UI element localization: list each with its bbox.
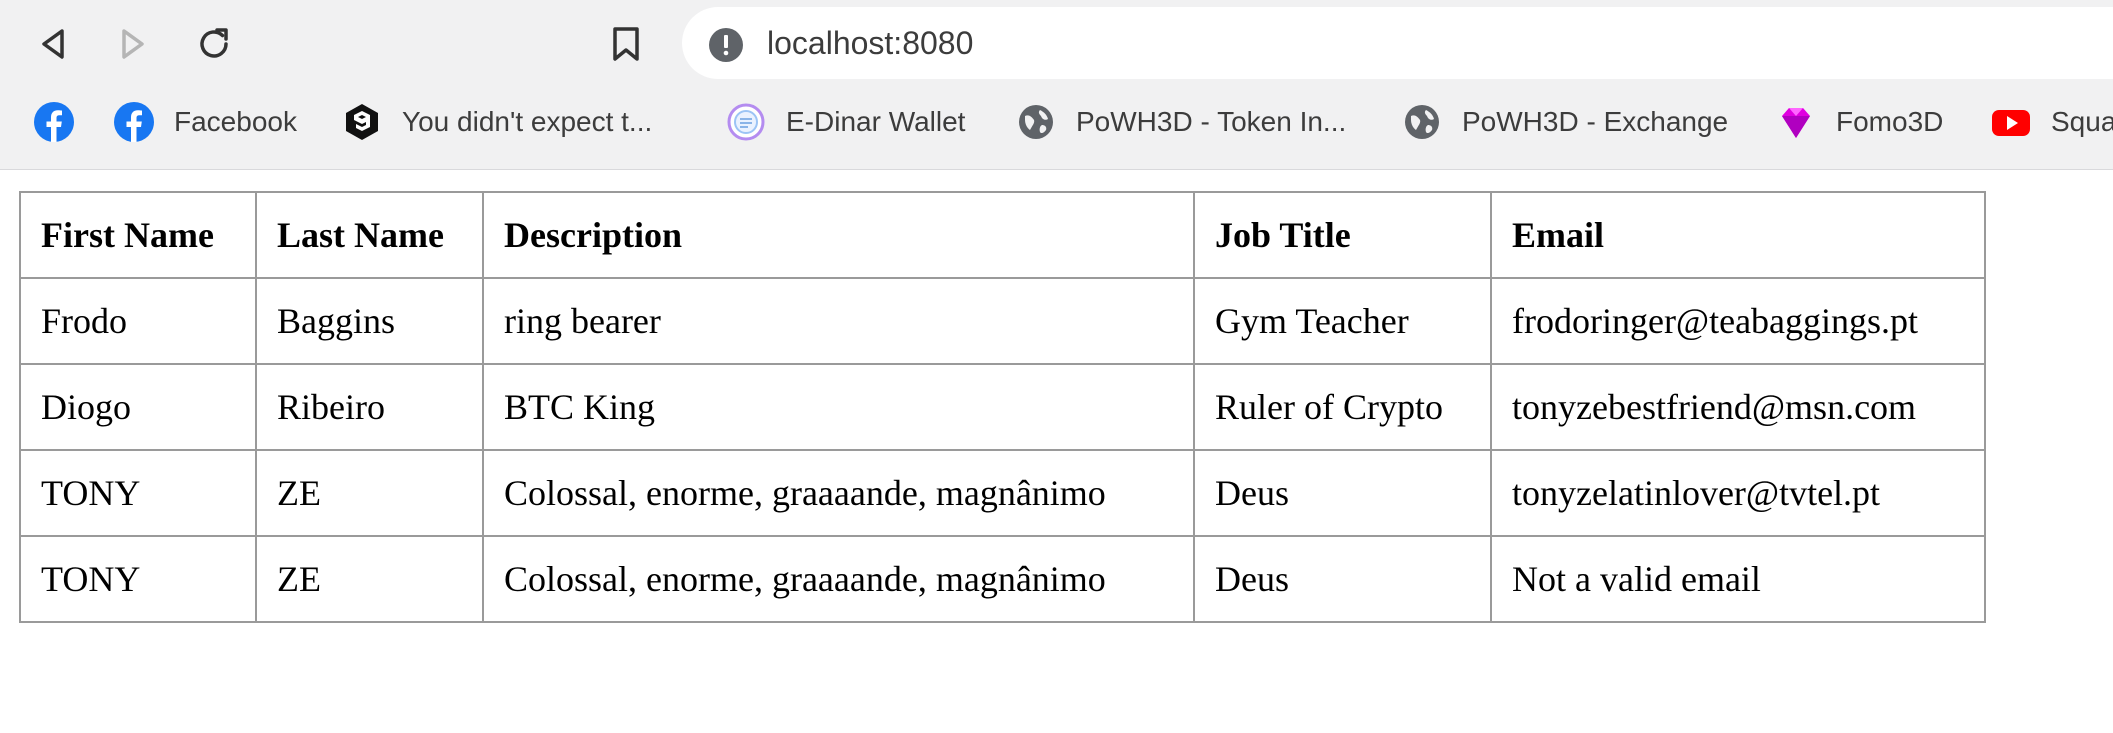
globe-icon: [1405, 105, 1439, 139]
cell-last-name: Ribeiro: [255, 363, 484, 451]
reload-button[interactable]: [186, 16, 242, 72]
table-row: TONY ZE Colossal, enorme, graaaande, mag…: [19, 535, 1986, 623]
bookmark-fomo3d[interactable]: Fomo3D: [1776, 92, 1943, 152]
diamond-icon: [1782, 108, 1810, 138]
bookmark-icon: [613, 27, 639, 61]
bookmark-label: PoWH3D - Token In...: [1076, 106, 1347, 137]
facebook-icon: [34, 102, 74, 142]
cell-email: frodoringer@teabaggings.pt: [1490, 277, 1986, 365]
bookmark-edinar-wallet[interactable]: E-Dinar Wallet: [726, 92, 965, 152]
cell-job-title: Deus: [1193, 535, 1492, 623]
cell-last-name: Baggins: [255, 277, 484, 365]
info-icon[interactable]: [708, 27, 744, 63]
cell-job-title: Ruler of Crypto: [1193, 363, 1492, 451]
header-job-title: Job Title: [1193, 191, 1492, 279]
address-bar[interactable]: localhost:8080: [682, 7, 2113, 79]
cell-first-name: Frodo: [19, 277, 257, 365]
page-content: First Name Last Name Description Job Tit…: [19, 191, 1986, 623]
cell-description: BTC King: [482, 363, 1195, 451]
edinar-icon: [727, 103, 765, 141]
bookmark-youtube[interactable]: Squa: [1991, 92, 2113, 152]
nine-gag-icon: [346, 104, 378, 140]
cell-first-name: TONY: [19, 449, 257, 537]
facebook-icon: [114, 102, 154, 142]
data-table: First Name Last Name Description Job Tit…: [19, 191, 1986, 623]
cell-job-title: Deus: [1193, 449, 1492, 537]
back-button[interactable]: [26, 16, 82, 72]
table-row: TONY ZE Colossal, enorme, graaaande, mag…: [19, 449, 1986, 537]
header-email: Email: [1490, 191, 1986, 279]
cell-description: ring bearer: [482, 277, 1195, 365]
cell-description: Colossal, enorme, graaaande, magnânimo: [482, 535, 1195, 623]
bookmark-label: Squa: [2051, 106, 2113, 137]
bookmark-label: Facebook: [174, 106, 297, 137]
bookmark-facebook[interactable]: Facebook: [114, 92, 297, 152]
back-arrow-icon: [42, 29, 64, 59]
bookmark-star-button[interactable]: [598, 16, 654, 72]
reload-icon: [200, 28, 228, 58]
cell-job-title: Gym Teacher: [1193, 277, 1492, 365]
bookmark-label: PoWH3D - Exchange: [1462, 106, 1729, 137]
bookmark-powh3d-token[interactable]: PoWH3D - Token In...: [1016, 92, 1346, 152]
cell-email: tonyzebestfriend@msn.com: [1490, 363, 1986, 451]
cell-last-name: ZE: [255, 449, 484, 537]
globe-icon: [1019, 105, 1053, 139]
cell-email: tonyzelatinlover@tvtel.pt: [1490, 449, 1986, 537]
cell-last-name: ZE: [255, 535, 484, 623]
bookmark-facebook-icon-only[interactable]: [34, 92, 74, 152]
bookmark-label: Fomo3D: [1836, 106, 1944, 137]
table-header-row: First Name Last Name Description Job Tit…: [19, 191, 1986, 279]
forward-arrow-icon: [122, 29, 144, 59]
forward-button[interactable]: [104, 16, 160, 72]
bookmarks-bar: Facebook You didn't expect t... E-Dinar …: [0, 92, 2113, 152]
table-row: Diogo Ribeiro BTC King Ruler of Crypto t…: [19, 363, 1986, 451]
header-first-name: First Name: [19, 191, 257, 279]
bookmark-label: You didn't expect t...: [402, 106, 653, 137]
cell-first-name: TONY: [19, 535, 257, 623]
cell-email: Not a valid email: [1490, 535, 1986, 623]
header-last-name: Last Name: [255, 191, 484, 279]
cell-first-name: Diogo: [19, 363, 257, 451]
youtube-icon: [1992, 110, 2030, 136]
browser-toolbar: localhost:8080 Facebook You didn't expec…: [0, 0, 2113, 170]
bookmark-powh3d-exchange[interactable]: PoWH3D - Exchange: [1402, 92, 1728, 152]
cell-description: Colossal, enorme, graaaande, magnânimo: [482, 449, 1195, 537]
table-row: Frodo Baggins ring bearer Gym Teacher fr…: [19, 277, 1986, 365]
bookmark-9gag[interactable]: You didn't expect t...: [342, 92, 652, 152]
bookmark-label: E-Dinar Wallet: [786, 106, 966, 137]
url-text[interactable]: localhost:8080: [767, 7, 973, 79]
header-description: Description: [482, 191, 1195, 279]
